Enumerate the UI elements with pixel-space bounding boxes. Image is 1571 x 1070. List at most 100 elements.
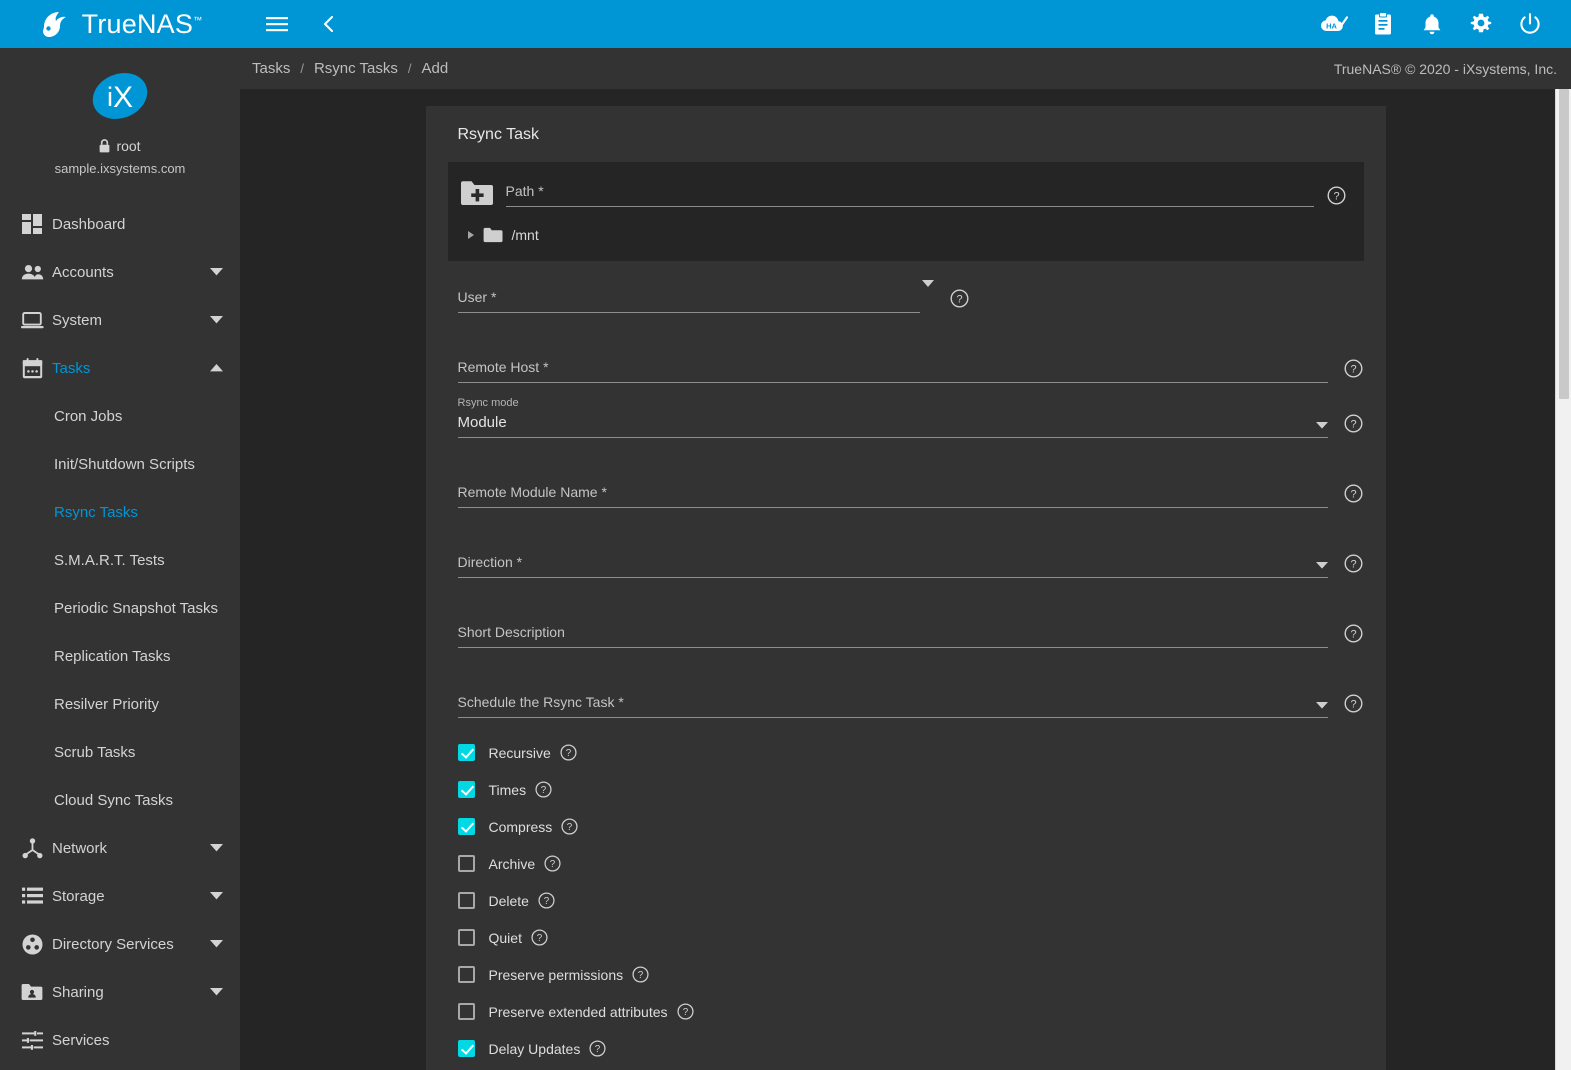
checkbox-row-delete[interactable]: Delete ? bbox=[458, 882, 1364, 919]
times-checkbox[interactable] bbox=[458, 781, 475, 798]
chevron-down-icon[interactable] bbox=[1316, 422, 1328, 429]
path-tree-row[interactable]: /mnt bbox=[468, 227, 1348, 243]
rsync-mode-select[interactable]: Rsync mode Module bbox=[458, 397, 1328, 438]
compress-checkbox[interactable] bbox=[458, 818, 475, 835]
help-circle-icon[interactable]: ? bbox=[589, 1040, 606, 1057]
bell-icon[interactable] bbox=[1415, 7, 1449, 41]
short-description-input[interactable]: Short Description bbox=[458, 610, 1328, 648]
sidebar-subitem-init-shutdown-scripts[interactable]: Init/Shutdown Scripts bbox=[0, 440, 240, 488]
sidebar-item-directory-services[interactable]: Directory Services bbox=[0, 920, 240, 968]
sidebar-username: root bbox=[116, 138, 140, 154]
help-circle-icon[interactable]: ? bbox=[1344, 624, 1364, 644]
chevron-up-icon[interactable] bbox=[208, 360, 224, 376]
archive-checkbox[interactable] bbox=[458, 855, 475, 872]
sidebar-item-tasks[interactable]: Tasks bbox=[0, 344, 240, 392]
help-circle-icon[interactable]: ? bbox=[677, 1003, 694, 1020]
help-circle-icon[interactable]: ? bbox=[535, 781, 552, 798]
help-circle-icon[interactable]: ? bbox=[1326, 186, 1348, 207]
help-circle-icon[interactable]: ? bbox=[1344, 359, 1364, 379]
help-circle-icon[interactable]: ? bbox=[1344, 414, 1364, 434]
chevron-down-icon[interactable] bbox=[922, 280, 934, 287]
sidebar-item-label: Services bbox=[52, 1032, 224, 1049]
help-circle-icon[interactable]: ? bbox=[1344, 554, 1364, 574]
checkbox-row-preserve-extended-attributes[interactable]: Preserve extended attributes ? bbox=[458, 993, 1364, 1030]
preserve-permissions-checkbox[interactable] bbox=[458, 966, 475, 983]
checkbox-row-compress[interactable]: Compress ? bbox=[458, 808, 1364, 845]
sidebar-item-accounts[interactable]: Accounts bbox=[0, 248, 240, 296]
sidebar-item-services[interactable]: Services bbox=[0, 1016, 240, 1064]
folder-plus-icon[interactable] bbox=[460, 179, 494, 207]
chevron-down-icon[interactable] bbox=[208, 936, 224, 952]
chevron-down-icon[interactable] bbox=[208, 840, 224, 856]
sidebar-subitem-replication-tasks[interactable]: Replication Tasks bbox=[0, 632, 240, 680]
sidebar-subitem-scrub-tasks[interactable]: Scrub Tasks bbox=[0, 728, 240, 776]
recursive-checkbox[interactable] bbox=[458, 744, 475, 761]
checkbox-label: Delay Updates bbox=[489, 1041, 581, 1057]
chevron-down-icon[interactable] bbox=[208, 312, 224, 328]
vertical-scrollbar[interactable] bbox=[1555, 89, 1571, 1070]
sidebar-subitem-resilver-priority[interactable]: Resilver Priority bbox=[0, 680, 240, 728]
hamburger-menu-icon[interactable] bbox=[260, 7, 294, 41]
gear-icon[interactable] bbox=[1464, 7, 1498, 41]
help-circle-icon[interactable]: ? bbox=[561, 818, 578, 835]
schedule-select[interactable]: Schedule the Rsync Task * bbox=[458, 680, 1328, 718]
lock-icon bbox=[99, 139, 110, 153]
copyright-text: TrueNAS® © 2020 - iXsystems, Inc. bbox=[1334, 61, 1557, 77]
breadcrumb-item-add: Add bbox=[420, 60, 451, 77]
help-circle-icon[interactable]: ? bbox=[1344, 694, 1364, 714]
sidebar-subitem-smart-tests[interactable]: S.M.A.R.T. Tests bbox=[0, 536, 240, 584]
sidebar-subitem-label: Periodic Snapshot Tasks bbox=[54, 600, 218, 617]
sidebar-subitem-periodic-snapshot-tasks[interactable]: Periodic Snapshot Tasks bbox=[0, 584, 240, 632]
breadcrumb-item-tasks[interactable]: Tasks bbox=[250, 60, 292, 77]
directory-services-icon bbox=[12, 934, 52, 955]
checkbox-row-archive[interactable]: Archive ? bbox=[458, 845, 1364, 882]
help-circle-icon[interactable]: ? bbox=[544, 855, 561, 872]
help-circle-icon[interactable]: ? bbox=[531, 929, 548, 946]
help-circle-icon[interactable]: ? bbox=[1344, 484, 1364, 504]
sidebar-subitem-rsync-tasks[interactable]: Rsync Tasks bbox=[0, 488, 240, 536]
sidebar-item-sharing[interactable]: Sharing bbox=[0, 968, 240, 1016]
chevron-down-icon[interactable] bbox=[1316, 702, 1328, 709]
ha-status-icon[interactable]: HA bbox=[1317, 7, 1351, 41]
chevron-down-icon[interactable] bbox=[208, 984, 224, 1000]
checkbox-label: Preserve permissions bbox=[489, 967, 624, 983]
checkbox-row-times[interactable]: Times ? bbox=[458, 771, 1364, 808]
checkbox-row-delay-updates[interactable]: Delay Updates ? bbox=[458, 1030, 1364, 1067]
remote-module-name-input[interactable]: Remote Module Name * bbox=[458, 470, 1328, 508]
preserve-extended-attributes-checkbox[interactable] bbox=[458, 1003, 475, 1020]
clipboard-icon[interactable] bbox=[1366, 7, 1400, 41]
help-circle-icon[interactable]: ? bbox=[538, 892, 555, 909]
chevron-left-icon[interactable] bbox=[312, 7, 346, 41]
field-inner: User * ? bbox=[458, 275, 1364, 313]
checkbox-row-quiet[interactable]: Quiet ? bbox=[458, 919, 1364, 956]
path-label: Path * bbox=[506, 183, 544, 199]
user-select[interactable]: User * bbox=[458, 275, 920, 313]
sidebar-item-network[interactable]: Network bbox=[0, 824, 240, 872]
scrollbar-thumb[interactable] bbox=[1559, 89, 1569, 399]
help-circle-icon[interactable]: ? bbox=[950, 289, 970, 309]
schedule-label: Schedule the Rsync Task * bbox=[458, 694, 624, 710]
sidebar-subitem-cron-jobs[interactable]: Cron Jobs bbox=[0, 392, 240, 440]
triangle-right-icon[interactable] bbox=[468, 231, 474, 239]
brand-logo-area[interactable]: TrueNAS™ bbox=[0, 0, 240, 48]
breadcrumb-item-rsync-tasks[interactable]: Rsync Tasks bbox=[312, 60, 400, 77]
chevron-down-icon[interactable] bbox=[208, 264, 224, 280]
sidebar-item-storage[interactable]: Storage bbox=[0, 872, 240, 920]
sidebar-item-system[interactable]: System bbox=[0, 296, 240, 344]
remote-host-input[interactable]: Remote Host * bbox=[458, 345, 1328, 383]
help-circle-icon[interactable]: ? bbox=[560, 744, 577, 761]
power-icon[interactable] bbox=[1513, 7, 1547, 41]
delay-updates-checkbox[interactable] bbox=[458, 1040, 475, 1057]
quiet-checkbox[interactable] bbox=[458, 929, 475, 946]
chevron-down-icon[interactable] bbox=[208, 888, 224, 904]
help-circle-icon[interactable]: ? bbox=[632, 966, 649, 983]
checkbox-row-recursive[interactable]: Recursive ? bbox=[458, 734, 1364, 771]
sidebar-item-dashboard[interactable]: Dashboard bbox=[0, 200, 240, 248]
delete-checkbox[interactable] bbox=[458, 892, 475, 909]
chevron-down-icon[interactable] bbox=[1316, 562, 1328, 569]
checkbox-row-preserve-permissions[interactable]: Preserve permissions ? bbox=[458, 956, 1364, 993]
direction-select[interactable]: Direction * bbox=[458, 540, 1328, 578]
path-field[interactable]: Path * bbox=[506, 183, 1314, 207]
sidebar-subitem-cloud-sync-tasks[interactable]: Cloud Sync Tasks bbox=[0, 776, 240, 824]
sidebar-item-label: Tasks bbox=[52, 360, 208, 377]
